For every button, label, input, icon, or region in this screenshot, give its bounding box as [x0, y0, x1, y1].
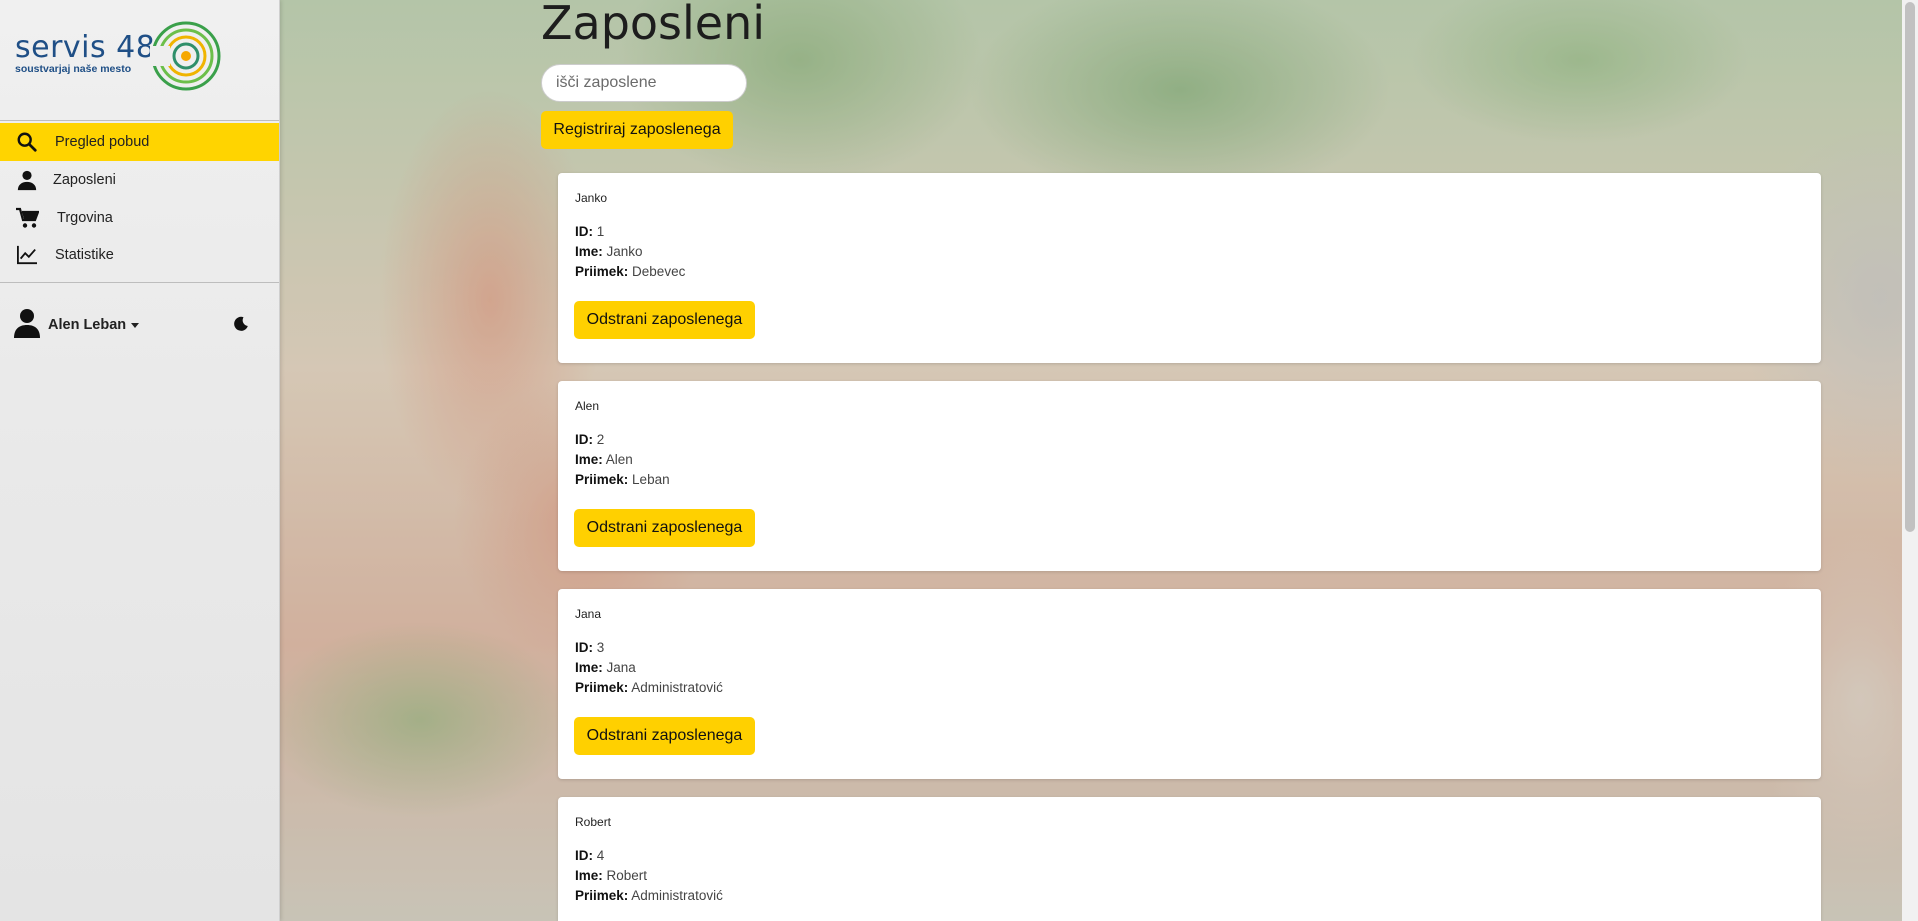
- page-title: Zaposleni: [541, 0, 766, 50]
- logo-subtitle: soustvarjaj naše mesto: [15, 63, 132, 75]
- sidebar-item-label: Trgovina: [57, 210, 113, 226]
- employee-last-name: Priimek: Administratović: [575, 680, 723, 695]
- logo-title: servis 48: [15, 30, 156, 65]
- search-input[interactable]: [541, 64, 747, 102]
- user-menu[interactable]: Alen Leban: [14, 308, 140, 342]
- user-avatar-icon: [14, 308, 40, 342]
- remove-employee-button[interactable]: Odstrani zaposlenega: [574, 509, 755, 547]
- employee-card: Jana ID: 3 Ime: Jana Priimek: Administra…: [558, 589, 1821, 779]
- cart-icon: [14, 205, 40, 231]
- divider: [0, 120, 279, 121]
- employee-id: ID: 2: [575, 432, 605, 447]
- moon-icon[interactable]: [233, 316, 249, 337]
- search-icon: [14, 129, 40, 155]
- remove-employee-button[interactable]: Odstrani zaposlenega: [574, 717, 755, 755]
- vertical-scrollbar[interactable]: [1902, 0, 1918, 921]
- logo[interactable]: servis 48 soustvarjaj naše mesto: [15, 20, 221, 91]
- sidebar-item-label: Pregled pobud: [55, 134, 150, 150]
- employee-id: ID: 1: [575, 224, 605, 239]
- user-name: Alen Leban: [48, 317, 127, 333]
- chart-line-icon: [14, 242, 40, 268]
- employee-id: ID: 4: [575, 848, 605, 863]
- sidebar-item-label: Statistike: [55, 247, 114, 263]
- sidebar: servis 48 soustvarjaj naše mesto Pregled…: [0, 0, 280, 921]
- sidebar-item-trgovina[interactable]: Trgovina: [0, 199, 279, 237]
- logo-mark-icon: [150, 21, 221, 91]
- scrollbar-thumb[interactable]: [1905, 2, 1915, 532]
- employee-card-title: Alen: [575, 399, 600, 413]
- employee-card: Robert ID: 4 Ime: Robert Priimek: Admini…: [558, 797, 1821, 921]
- employee-card-title: Jana: [575, 607, 602, 621]
- employee-last-name: Priimek: Leban: [575, 472, 670, 487]
- sidebar-item-label: Zaposleni: [53, 172, 116, 188]
- employee-first-name: Ime: Janko: [575, 244, 643, 259]
- employee-last-name: Priimek: Debevec: [575, 264, 686, 279]
- employee-first-name: Ime: Robert: [575, 868, 648, 883]
- person-icon: [14, 167, 40, 193]
- employee-card: Alen ID: 2 Ime: Alen Priimek: Leban Odst…: [558, 381, 1821, 571]
- remove-employee-button[interactable]: Odstrani zaposlenega: [574, 301, 755, 339]
- employee-last-name: Priimek: Administratović: [575, 888, 723, 903]
- register-employee-button[interactable]: Registriraj zaposlenega: [541, 111, 733, 149]
- employee-card-title: Janko: [575, 191, 608, 205]
- divider: [0, 282, 279, 283]
- chevron-down-icon: [131, 322, 140, 328]
- employee-card-title: Robert: [575, 815, 612, 829]
- sidebar-item-zaposleni[interactable]: Zaposleni: [0, 161, 279, 199]
- sidebar-item-statistike[interactable]: Statistike: [0, 236, 279, 274]
- sidebar-item-pregled-pobud[interactable]: Pregled pobud: [0, 123, 279, 161]
- employee-first-name: Ime: Jana: [575, 660, 636, 675]
- employee-id: ID: 3: [575, 640, 605, 655]
- employee-first-name: Ime: Alen: [575, 452, 633, 467]
- employee-card: Janko ID: 1 Ime: Janko Priimek: Debevec …: [558, 173, 1821, 363]
